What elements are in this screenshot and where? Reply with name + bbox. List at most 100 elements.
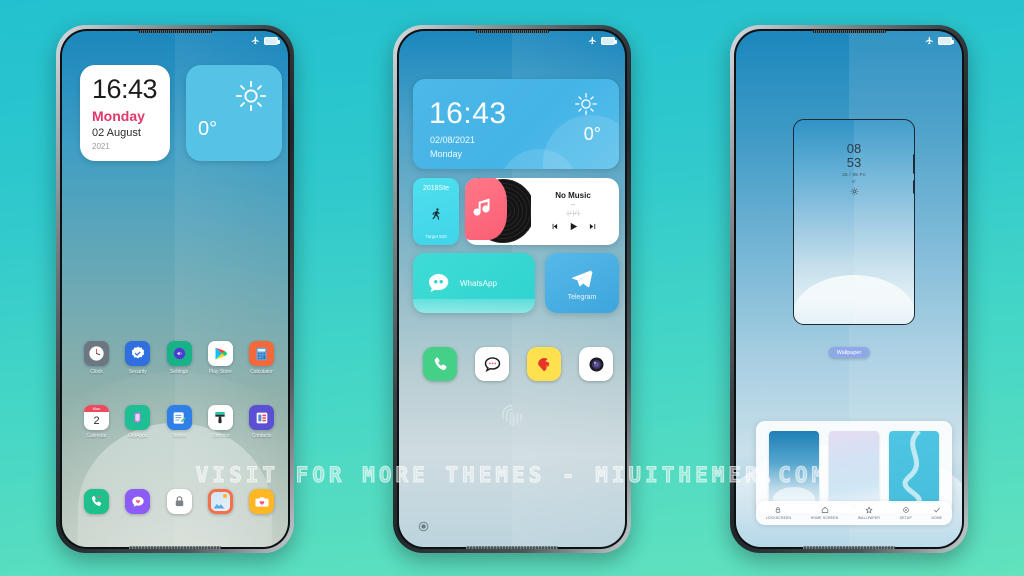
phone-icon[interactable] (84, 489, 109, 514)
shield-check-icon (125, 341, 151, 366)
weather-temperature: 0° (198, 118, 218, 140)
theme-toolbar: LOCKSCREEN HOME SCREEN WALLPAPER SETUP D… (756, 501, 952, 525)
app-notes[interactable]: Notes (166, 405, 192, 439)
app-label: GetApps (128, 433, 148, 439)
toolbar-wallpaper[interactable]: WALLPAPER (858, 506, 880, 520)
card-temperature: 0° (583, 124, 601, 144)
app-themes[interactable]: Themes (207, 405, 233, 439)
music-player-card[interactable]: No Music -- -|-/-|-/-|- (465, 178, 619, 245)
status-bar (925, 36, 954, 45)
next-track-icon[interactable] (588, 222, 597, 231)
card-day: Monday (430, 149, 463, 159)
play-icon[interactable] (568, 221, 579, 232)
clock-weather-card[interactable]: 16:43 02/08/2021 Monday 0° (413, 79, 619, 169)
calculator-icon (249, 341, 274, 366)
music-title: No Music (555, 191, 591, 200)
telegram-label: Telegram (567, 293, 597, 301)
step-counter-card[interactable]: 2018Ste Target 500 (413, 178, 459, 245)
battery-icon (601, 36, 617, 45)
step-goal: Target 500 (425, 234, 447, 239)
gear-icon (903, 507, 909, 513)
camera-lens-icon[interactable] (579, 347, 613, 381)
sun-icon (575, 93, 597, 115)
status-bar (251, 36, 280, 45)
aperture-icon[interactable] (417, 520, 430, 533)
app-calendar[interactable]: Mon 2 Calendar (84, 405, 109, 439)
app-calculator[interactable]: Calculator (249, 341, 274, 375)
app-label: Notes (172, 433, 186, 439)
fingerprint-icon[interactable] (497, 401, 527, 431)
themes-icon[interactable] (527, 347, 561, 381)
preview-minutes: 53 (846, 154, 862, 170)
power-button (913, 154, 914, 174)
app-label: Calendar (86, 433, 107, 439)
getapps-icon (125, 405, 151, 430)
battery-icon (938, 36, 954, 45)
gallery-icon[interactable] (207, 489, 233, 514)
settings-gear-icon (166, 341, 192, 366)
card-time: 16:43 (429, 97, 507, 130)
whatsapp-label: WhatsApp (460, 278, 497, 288)
app-label: Clock (90, 369, 103, 375)
toolbar-lockscreen[interactable]: LOCKSCREEN (766, 506, 791, 520)
preview-hours: 08 (846, 141, 862, 156)
app-settings[interactable]: Settings (166, 341, 192, 375)
lockscreen-preview[interactable]: 08 53 25 / 06 Fri 0° (793, 119, 915, 325)
clock-day: Monday (92, 107, 145, 124)
app-label: Play Store (208, 369, 232, 375)
home-icon (821, 506, 828, 513)
camera-heart-icon[interactable] (249, 489, 274, 514)
app-getapps[interactable]: GetApps (125, 405, 151, 439)
play-store-icon (207, 341, 233, 366)
app-label: Themes (211, 433, 230, 439)
airplane-icon (588, 36, 596, 45)
clock-widget[interactable]: 16:43 Monday 02 August 2021 (80, 65, 170, 161)
app-clock[interactable]: Clock (84, 341, 109, 375)
battery-icon (264, 36, 280, 45)
music-waveform: -|-/-|-/-|- (565, 211, 581, 217)
app-label: Settings (169, 369, 189, 375)
whatsapp-icon (428, 273, 449, 292)
clock-time: 16:43 (92, 73, 158, 104)
album-cover (465, 178, 507, 240)
app-play-store[interactable]: Play Store (207, 341, 233, 375)
app-row (423, 347, 613, 381)
chat-bubble-icon[interactable] (475, 347, 509, 381)
previous-track-icon[interactable] (550, 222, 559, 231)
lock-icon[interactable] (166, 489, 192, 514)
themes-brush-icon (207, 405, 233, 430)
clock-year: 2021 (92, 141, 110, 151)
toolbar-done[interactable]: DONE (932, 506, 943, 520)
app-row-2: Mon 2 Calendar GetApps Notes Themes Cont… (84, 405, 274, 439)
contacts-icon (249, 405, 274, 430)
music-controls (550, 221, 597, 232)
notes-icon (166, 405, 192, 430)
app-label: Calculator (250, 369, 273, 375)
preview-date: 25 / 06 Fri (842, 172, 866, 178)
bottom-speaker (129, 546, 221, 549)
telegram-card[interactable]: Telegram (545, 253, 619, 313)
whatsapp-card[interactable]: WhatsApp (413, 253, 535, 313)
weather-widget[interactable]: 0° (186, 65, 282, 161)
toolbar-setup[interactable]: SETUP (900, 506, 912, 520)
app-contacts[interactable]: Contacts (249, 405, 274, 439)
toolbar-label: DONE (931, 516, 943, 520)
toolbar-label: LOCKSCREEN (765, 516, 792, 520)
toolbar-label: SETUP (899, 516, 912, 520)
toolbar-home-screen[interactable]: HOME SCREEN (811, 506, 838, 520)
toolbar-label: WALLPAPER (857, 516, 880, 520)
app-label: Contacts (251, 433, 272, 439)
wallpaper-badge[interactable]: Wallpaper (828, 347, 870, 358)
message-heart-icon[interactable] (125, 489, 151, 514)
sun-icon (235, 80, 267, 112)
music-note-icon (473, 198, 490, 216)
dock (84, 489, 274, 514)
bottom-speaker (803, 546, 895, 549)
app-grid: Clock Security Settings Play Store Calcu… (84, 341, 274, 439)
phone-icon[interactable] (423, 347, 457, 381)
sun-icon (850, 187, 858, 196)
volume-button (913, 180, 914, 194)
preview-clock: 08 53 25 / 06 Fri 0° (794, 142, 914, 196)
app-security[interactable]: Security (125, 341, 151, 375)
walking-person-icon (431, 208, 440, 220)
